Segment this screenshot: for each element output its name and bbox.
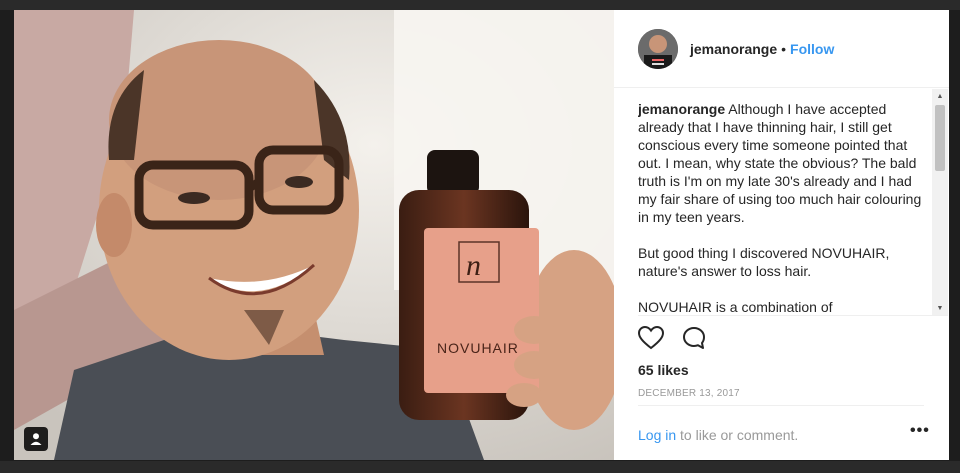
comment-bar: Log in to like or comment. ••• <box>638 405 929 456</box>
bottle-brand: NOVUHAIR <box>437 340 519 356</box>
post-modal: n NOVUHAIR jemanorange • Follow jemanora… <box>14 10 949 460</box>
login-suffix: to like or comment. <box>676 427 799 443</box>
heart-icon[interactable] <box>638 326 664 350</box>
scroll-up-arrow-icon[interactable]: ▲ <box>932 89 948 103</box>
header-username[interactable]: jemanorange <box>690 41 777 57</box>
more-options-icon[interactable]: ••• <box>910 422 930 440</box>
bottle-logo: n <box>466 249 481 282</box>
backdrop-tile <box>0 0 960 10</box>
caption-username[interactable]: jemanorange <box>638 101 725 117</box>
user-tag-button[interactable] <box>24 427 48 451</box>
caption-paragraph-1: Although I have accepted already that I … <box>638 101 922 225</box>
scroll-thumb[interactable] <box>935 105 945 171</box>
post-photo[interactable]: n NOVUHAIR <box>14 10 614 460</box>
scroll-down-arrow-icon[interactable]: ▼ <box>932 301 948 315</box>
caption-scrollbar[interactable]: ▲ ▼ <box>932 89 948 315</box>
post-actions: 65 likes December 13, 2017 Log in to lik… <box>638 315 948 451</box>
caption-text: jemanorange Although I have accepted alr… <box>638 100 928 314</box>
caption-paragraph-2: But good thing I discovered NOVUHAIR, na… <box>638 245 890 279</box>
header-separator: • <box>781 40 787 57</box>
action-icons <box>638 326 706 350</box>
caption-paragraph-3: NOVUHAIR is a combination of <box>638 299 833 314</box>
backdrop-tile <box>0 461 960 473</box>
post-date: December 13, 2017 <box>638 388 740 399</box>
avatar-image <box>638 28 678 69</box>
post-header: jemanorange • Follow <box>614 10 949 88</box>
avatar[interactable] <box>638 28 678 69</box>
comment-bubble-icon[interactable] <box>682 326 706 350</box>
login-link[interactable]: Log in <box>638 427 676 443</box>
login-prompt: Log in to like or comment. <box>638 427 798 443</box>
person-icon <box>30 433 42 445</box>
follow-button[interactable]: Follow <box>790 41 834 57</box>
likes-count[interactable]: 65 likes <box>638 362 689 378</box>
caption-area: jemanorange Although I have accepted alr… <box>614 89 949 315</box>
photo-illustration: n NOVUHAIR <box>14 10 614 460</box>
post-sidebar: jemanorange • Follow jemanorange Althoug… <box>614 10 949 460</box>
